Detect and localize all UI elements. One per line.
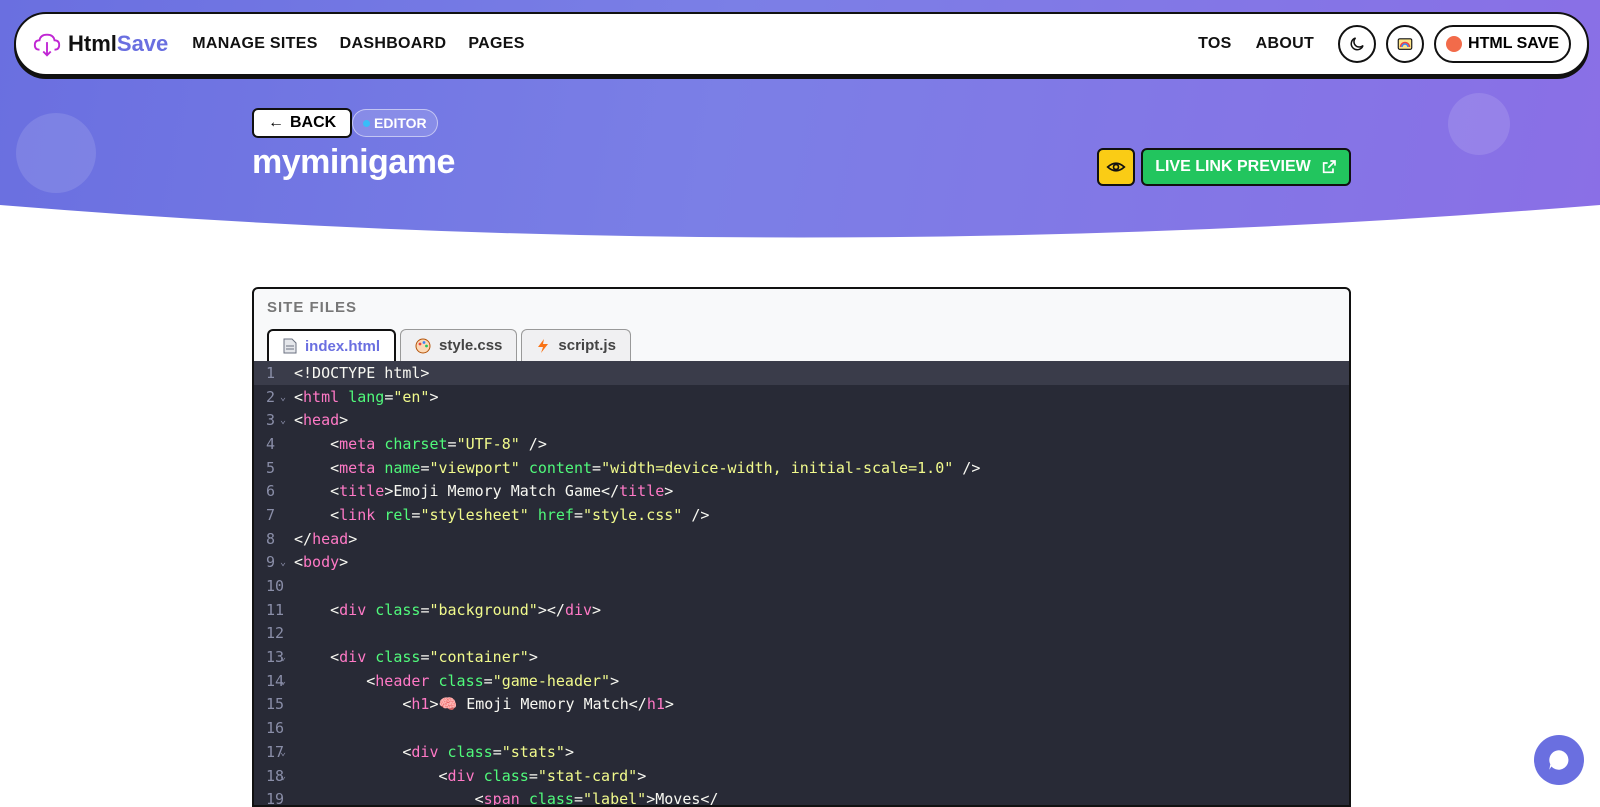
code-text: <div class="stat-card"> [294,766,647,785]
account-button[interactable]: HTML SAVE [1434,25,1571,63]
line-number: 1 [266,363,276,382]
line-number: 6 [266,482,276,501]
code-text: <title>Emoji Memory Match Game</title> [294,482,674,501]
code-text: <link rel="stylesheet" href="style.css" … [294,505,710,524]
tab-script-js[interactable]: script.js [521,329,631,361]
line-number: 10 [266,577,285,596]
cloud-logo-icon [33,33,61,57]
code-text: <header class="game-header"> [294,671,620,690]
code-text: <!DOCTYPE html> [294,363,430,382]
code-line[interactable]: 3 ⌄ <head> [254,408,1349,432]
code-editor[interactable]: 1 <!DOCTYPE html> 2 ⌄ <html lang="en"> 3 ⌄ <hea… [254,361,1349,805]
nav-manage-sites[interactable]: MANAGE SITES [192,35,317,53]
avatar-icon [1446,36,1463,52]
code-line[interactable]: 8 </head> [254,527,1349,551]
code-text: <head> [294,411,349,430]
code-line[interactable]: 9 ⌄ <body> [254,551,1349,575]
live-link-preview-button[interactable]: LIVE LINK PREVIEW [1141,148,1351,186]
chat-icon [1549,750,1569,770]
code-text: </head> [294,529,358,548]
decorative-circle [16,113,96,193]
fold-chevron-icon[interactable]: ⌄ [280,676,286,687]
code-text: <meta charset="UTF-8" /> [294,434,547,453]
code-line[interactable]: 7 <link rel="stylesheet" href="style.css… [254,503,1349,527]
status-dot-icon [363,119,370,127]
code-line[interactable]: 5 <meta name="viewport" content="width=d… [254,456,1349,480]
nav-about[interactable]: ABOUT [1256,35,1314,53]
line-number: 3 ⌄ [266,411,287,430]
line-number: 14 ⌄ [266,671,287,690]
moon-icon [1350,37,1364,51]
line-number: 4 [266,434,276,453]
code-text: <html lang="en"> [294,387,439,406]
theme-button[interactable] [1386,25,1425,63]
code-line[interactable]: 19 <span class="label">Moves</ [254,787,1349,805]
code-text: <div class="container"> [294,648,538,667]
arrow-left-icon: ← [268,114,284,131]
line-number: 18 ⌄ [266,766,287,785]
line-number: 17 ⌄ [266,742,287,761]
code-line[interactable]: 16 [254,716,1349,740]
code-line[interactable]: 15 <h1>🧠 Emoji Memory Match</h1> [254,693,1349,717]
site-files-label: SITE FILES [267,299,358,316]
fold-chevron-icon[interactable]: ⌄ [280,415,286,426]
line-number: 12 [266,624,285,643]
brand-logo[interactable]: HtmlSave [32,29,168,59]
line-number: 11 [266,600,285,619]
line-number: 15 [266,695,285,714]
chat-support-button[interactable] [1534,735,1584,785]
code-line[interactable]: 11 <div class="background"></div> [254,598,1349,622]
decorative-circle [1448,93,1510,155]
line-number: 13 ⌄ [266,648,287,667]
line-number: 2 ⌄ [266,387,287,406]
nav-tos[interactable]: TOS [1198,35,1232,53]
dark-mode-toggle[interactable] [1338,25,1377,63]
fold-chevron-icon[interactable]: ⌄ [280,392,286,403]
rainbow-icon [1397,38,1413,50]
preview-button[interactable] [1097,148,1135,186]
editor-badge: EDITOR [352,109,438,137]
code-text: <div class="stats"> [294,742,574,761]
tab-style-css[interactable]: style.css [400,329,518,361]
code-line[interactable]: 14 ⌄ <header class="game-header"> [254,669,1349,693]
line-number: 9 ⌄ [266,553,287,572]
fold-chevron-icon[interactable]: ⌄ [280,652,286,663]
line-number: 16 [266,719,285,738]
file-tabs: index.html style.css script.js [267,329,631,361]
code-line[interactable]: 4 <meta charset="UTF-8" /> [254,432,1349,456]
line-number: 5 [266,458,276,477]
page-title: myminigame [252,143,455,181]
code-line[interactable]: 12 [254,622,1349,646]
code-line[interactable]: 17 ⌄ <div class="stats"> [254,740,1349,764]
code-line[interactable]: 18 ⌄ <div class="stat-card"> [254,764,1349,788]
back-button[interactable]: ← BACK [252,108,353,138]
nav-dashboard[interactable]: DASHBOARD [340,35,447,53]
code-line[interactable]: 6 <title>Emoji Memory Match Game</title> [254,479,1349,503]
lightning-icon [538,338,549,353]
external-link-icon [1322,160,1336,174]
top-navbar: HtmlSave MANAGE SITES DASHBOARD PAGES TO… [14,12,1589,76]
line-number: 8 [266,529,276,548]
code-line[interactable]: 1 <!DOCTYPE html> [254,361,1349,385]
code-line[interactable]: 13 ⌄ <div class="container"> [254,645,1349,669]
brand-name: HtmlSave [68,31,169,56]
code-line[interactable]: 2 ⌄ <html lang="en"> [254,385,1349,409]
site-files-panel: SITE FILES index.html style.css script.j… [252,287,1351,807]
file-icon [283,338,297,354]
code-line[interactable]: 10 [254,574,1349,598]
fold-chevron-icon[interactable]: ⌄ [280,557,286,568]
code-text: <h1>🧠 Emoji Memory Match</h1> [294,695,674,714]
code-text: <body> [294,553,349,572]
line-number: 7 [266,505,276,524]
code-text: <meta name="viewport" content="width=dev… [294,458,981,477]
eye-icon [1106,162,1126,172]
fold-chevron-icon[interactable]: ⌄ [280,771,286,782]
fold-chevron-icon[interactable]: ⌄ [280,747,286,758]
hero-curve [0,205,1600,255]
nav-pages[interactable]: PAGES [468,35,524,53]
code-text: <div class="background"></div> [294,600,602,619]
palette-icon [415,338,431,353]
tab-index-html[interactable]: index.html [267,329,397,361]
